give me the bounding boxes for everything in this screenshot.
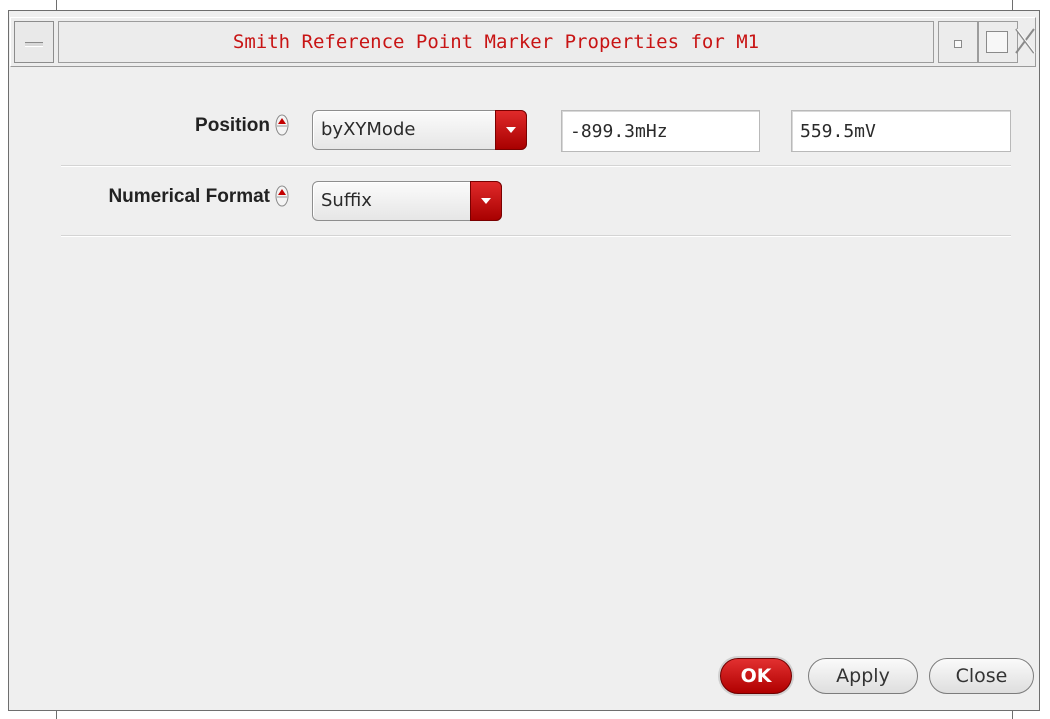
position-y-field[interactable] xyxy=(791,110,1011,152)
window-menu-icon xyxy=(25,42,43,47)
row-separator xyxy=(61,165,1011,167)
numerical-format-dropdown[interactable]: Suffix xyxy=(312,181,502,221)
numerical-format-spin-icon[interactable] xyxy=(275,185,289,207)
position-y-input[interactable] xyxy=(792,111,1010,151)
numerical-format-dropdown-arrow[interactable] xyxy=(470,181,502,221)
dialog-content: Position byXYMode Numerical Format Suffi… xyxy=(20,74,1034,706)
apply-button[interactable]: Apply xyxy=(808,658,918,694)
position-mode-dropdown[interactable]: byXYMode xyxy=(312,110,527,150)
desktop-edge xyxy=(0,0,8,719)
position-label: Position xyxy=(195,115,270,136)
frame-tick xyxy=(56,711,57,719)
close-window-button[interactable] xyxy=(1010,21,1038,63)
frame-tick xyxy=(1012,711,1013,719)
maximize-icon xyxy=(986,31,1008,53)
window-menu-button[interactable] xyxy=(14,21,54,63)
numerical-format-label: Numerical Format xyxy=(108,186,270,207)
position-x-input[interactable] xyxy=(562,111,759,151)
window-title: Smith Reference Point Marker Properties … xyxy=(232,31,760,53)
close-button[interactable]: Close xyxy=(929,658,1034,694)
chevron-down-icon xyxy=(481,198,491,204)
position-spin-icon[interactable] xyxy=(275,114,289,136)
row-separator xyxy=(61,235,1011,237)
title-bar-caption[interactable]: Smith Reference Point Marker Properties … xyxy=(58,21,934,63)
minimize-button[interactable] xyxy=(938,21,978,63)
position-mode-dropdown-arrow[interactable] xyxy=(495,110,527,150)
position-x-field[interactable] xyxy=(561,110,760,152)
chevron-down-icon xyxy=(506,127,516,133)
frame-tick xyxy=(56,0,57,10)
numerical-format-value: Suffix xyxy=(321,190,372,211)
position-mode-value: byXYMode xyxy=(321,119,416,140)
minimize-icon xyxy=(954,40,962,48)
close-icon xyxy=(1015,28,1036,54)
frame-tick xyxy=(1012,0,1013,10)
ok-button[interactable]: OK xyxy=(720,658,792,694)
